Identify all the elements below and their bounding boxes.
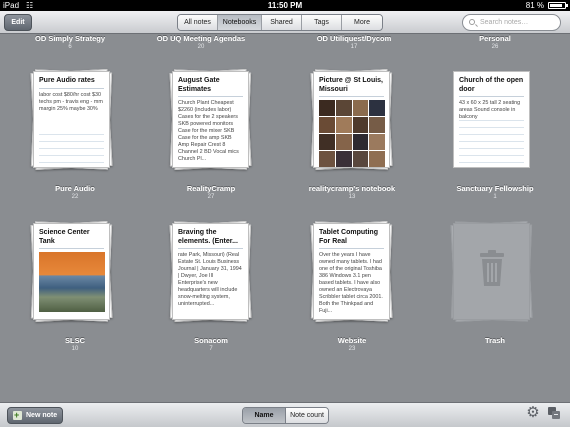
- note-preview-card: Church of the open door 43 x 60 x 25 tal…: [453, 71, 530, 168]
- notebook-sonacom[interactable]: Sonacom 7: [156, 336, 266, 352]
- notebook-website[interactable]: Website 23: [297, 336, 407, 352]
- notebook-stack-realitycramp[interactable]: August Gate Estimates Church Plant Cheap…: [169, 69, 252, 170]
- gear-icon[interactable]: ⚙: [525, 405, 541, 421]
- view-segmented-control: All notes Notebooks Shared Tags More: [177, 14, 383, 31]
- notebook-name: RealityCramp: [186, 184, 236, 193]
- top-toolbar: Edit All notes Notebooks Shared Tags Mor…: [0, 11, 570, 34]
- notebook-count: 20: [197, 44, 205, 50]
- photo-thumbnails: [319, 100, 385, 167]
- photo-thumbnail: [39, 252, 105, 312]
- notebook-stack-website[interactable]: Tablet Computing For Real Over the years…: [310, 221, 393, 322]
- notebook-od-uq-meeting-agendas[interactable]: OD UQ Meeting Agendas 20: [146, 34, 256, 50]
- notebook-count: 22: [71, 194, 79, 200]
- note-preview-card: Picture @ St Louis, Missouri: [313, 71, 390, 168]
- search-icon: [469, 19, 475, 25]
- search-input[interactable]: Search notes…: [462, 14, 561, 31]
- note-snippet: Church Plant Cheapest $2260 (includes la…: [178, 100, 239, 162]
- trash-can-icon: [480, 250, 504, 286]
- bottom-toolbar: New note Name Note count: [0, 402, 570, 427]
- edit-button[interactable]: Edit: [4, 14, 32, 31]
- new-note-icon: [13, 408, 22, 423]
- notebook-realitycramp[interactable]: RealityCramp 27: [156, 184, 266, 200]
- notebook-count: 23: [348, 346, 356, 352]
- note-snippet: Over the years I have owned many tablets…: [319, 252, 383, 314]
- note-title: Tablet Computing For Real: [319, 229, 378, 245]
- notebook-name: realitycramp's notebook: [308, 184, 396, 193]
- sort-segmented-control: Name Note count: [242, 407, 329, 424]
- notebook-od-simply-strategy[interactable]: OD Simply Strategy 6: [15, 34, 125, 50]
- notebook-od-utiliquest-dycom[interactable]: OD Utiliquest/Dycom 17: [299, 34, 409, 50]
- notebook-trash[interactable]: Trash: [440, 336, 550, 345]
- sort-by-note-count[interactable]: Note count: [286, 408, 328, 423]
- notebook-name: Sonacom: [194, 336, 228, 345]
- tab-notebooks[interactable]: Notebooks: [218, 15, 262, 30]
- battery-icon: [548, 2, 568, 9]
- note-preview-card: August Gate Estimates Church Plant Cheap…: [172, 71, 249, 168]
- notebook-name: Personal: [479, 34, 511, 43]
- clock: 11:50 PM: [267, 1, 303, 10]
- notebook-name: Pure Audio: [55, 184, 95, 193]
- note-title: August Gate Estimates: [178, 77, 220, 93]
- notebook-name: Trash: [484, 336, 505, 345]
- note-title: Science Center Tank: [39, 229, 90, 245]
- battery-percent: 81 %: [525, 1, 544, 10]
- note-preview-card: Pure Audio rates labor cost $80/hr cost …: [33, 71, 110, 168]
- notebook-count: 26: [491, 44, 499, 50]
- notebook-personal[interactable]: Personal 26: [440, 34, 550, 50]
- tab-more[interactable]: More: [342, 15, 382, 30]
- notebook-realitycramps-notebook[interactable]: realitycramp's notebook 13: [297, 184, 407, 200]
- notebook-pure-audio[interactable]: Pure Audio 22: [20, 184, 130, 200]
- note-snippet: labor cost $80/hr cost $30 techs pm - tr…: [39, 91, 103, 112]
- notebook-name: Sanctuary Fellowship: [456, 184, 534, 193]
- trash-stack[interactable]: [450, 221, 533, 322]
- notebook-sanctuary-fellowship[interactable]: Sanctuary Fellowship 1: [440, 184, 550, 200]
- notebook-stack-sanctuary-fellowship[interactable]: Church of the open door 43 x 60 x 25 tal…: [453, 71, 530, 168]
- notebook-count: 17: [350, 44, 358, 50]
- note-preview-card: Tablet Computing For Real Over the years…: [313, 223, 390, 320]
- notebook-stack-sonacom[interactable]: Braving the elements. (Enter... rate Par…: [169, 221, 252, 322]
- status-bar: iPad ☷ 11:50 PM 81 %: [0, 0, 570, 11]
- notebook-count: 13: [348, 194, 356, 200]
- notebook-name: SLSC: [64, 336, 85, 345]
- notebook-name: OD Utiliquest/Dycom: [316, 34, 392, 43]
- note-title: Church of the open door: [459, 77, 524, 93]
- note-title: Braving the elements. (Enter...: [178, 229, 238, 245]
- notebook-stack-realitycramps-notebook[interactable]: Picture @ St Louis, Missouri: [310, 69, 393, 170]
- note-title: Picture @ St Louis, Missouri: [319, 77, 384, 93]
- notebook-count: 1: [493, 194, 497, 200]
- new-note-button[interactable]: New note: [7, 407, 63, 424]
- notebook-name: Website: [337, 336, 367, 345]
- tab-tags[interactable]: Tags: [302, 15, 342, 30]
- notebook-stack-slsc[interactable]: Science Center Tank: [30, 221, 113, 322]
- new-note-label: New note: [26, 412, 58, 419]
- notebook-count: 6: [68, 44, 72, 50]
- note-title: Pure Audio rates: [39, 77, 95, 84]
- note-snippet: rate Park, Missouri) (Real Estate St. Lo…: [178, 252, 242, 307]
- tab-shared[interactable]: Shared: [262, 15, 302, 30]
- tab-all-notes[interactable]: All notes: [178, 15, 218, 30]
- notebook-count: 7: [209, 346, 213, 352]
- notebook-name: OD UQ Meeting Agendas: [156, 34, 246, 43]
- notebook-count: 27: [207, 194, 215, 200]
- note-preview-card: Braving the elements. (Enter... rate Par…: [172, 223, 249, 320]
- notebook-stack-pure-audio[interactable]: Pure Audio rates labor cost $80/hr cost …: [30, 69, 113, 170]
- notebook-name: OD Simply Strategy: [34, 34, 106, 43]
- notebook-slsc[interactable]: SLSC 10: [20, 336, 130, 352]
- note-preview-card: Science Center Tank: [33, 223, 110, 320]
- notebook-count: 10: [71, 346, 79, 352]
- sort-by-name[interactable]: Name: [243, 408, 286, 423]
- sync-icon[interactable]: [547, 406, 561, 420]
